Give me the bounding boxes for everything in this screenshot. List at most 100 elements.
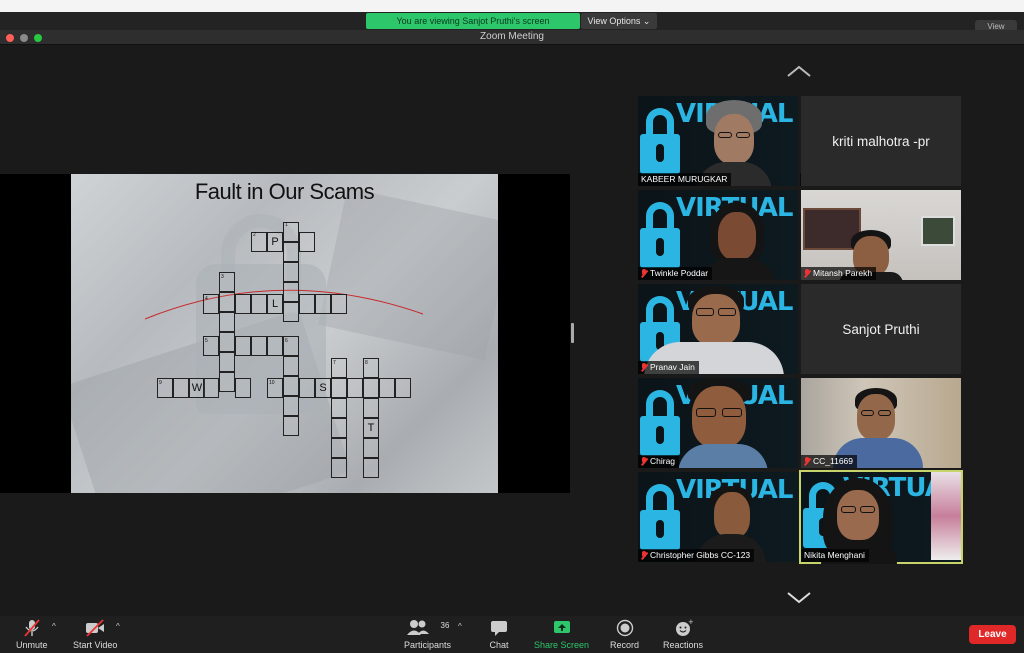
- clue-number: 6: [285, 338, 288, 344]
- crossword-cell: [331, 418, 347, 438]
- crossword-cell: [331, 458, 347, 478]
- participant-name: Pranav Jain: [638, 361, 699, 374]
- chat-button[interactable]: Chat: [489, 619, 509, 650]
- share-screen-button[interactable]: Share Screen: [534, 619, 589, 650]
- meeting-toolbar: Unmute ^ Start Video ^ 36 Participants ^…: [0, 616, 1024, 653]
- participant-tile[interactable]: Mitansh Parekh: [801, 190, 961, 280]
- shared-screen: Fault in Our Scams P L W S T 1 2 3 4 5 6 7 8 9 10: [0, 174, 570, 493]
- muted-icon: [804, 457, 810, 466]
- lock-logo-icon: [640, 484, 680, 554]
- crossword-cell: [347, 378, 363, 398]
- background-decor: [931, 472, 961, 560]
- participant-tile[interactable]: VIRTUAL Christopher Gibbs CC-123: [638, 472, 798, 562]
- crossword-cell: [331, 294, 347, 314]
- clue-number: 5: [205, 338, 208, 344]
- participants-options-caret-icon[interactable]: ^: [458, 622, 462, 631]
- unmute-button[interactable]: Unmute: [16, 619, 48, 650]
- crossword-cell: [331, 438, 347, 458]
- crossword-cell: [219, 352, 235, 372]
- participant-name: KABEER MURUGKAR: [638, 173, 732, 186]
- crossword-cell: [283, 376, 299, 396]
- crossword-cell: [363, 438, 379, 458]
- crossword-cell: [203, 378, 219, 398]
- participant-tile[interactable]: VIRTUAL Twinkle Poddar: [638, 190, 798, 280]
- participant-tile[interactable]: Sanjot Pruthi: [801, 284, 961, 374]
- reactions-emoji-icon: +: [673, 618, 694, 637]
- window-title: Zoom Meeting: [480, 31, 544, 42]
- reactions-button[interactable]: + Reactions: [663, 618, 703, 650]
- crossword-cell: [251, 294, 267, 314]
- participant-tile[interactable]: kriti malhotra -pr: [801, 96, 961, 186]
- video-options-caret-icon[interactable]: ^: [116, 622, 120, 631]
- clue-number: 10: [269, 380, 275, 386]
- view-options-button[interactable]: View Options ⌄: [581, 13, 657, 29]
- clue-number: 2: [253, 232, 256, 238]
- muted-icon: [641, 457, 647, 466]
- start-video-button[interactable]: Start Video: [73, 619, 117, 650]
- crossword-cell: [331, 378, 347, 398]
- crossword-cell: [219, 292, 235, 312]
- crossword-cell: [219, 332, 235, 352]
- menu-strip: [0, 0, 1024, 12]
- crossword-cell: [283, 302, 299, 322]
- clue-number: 8: [365, 360, 368, 366]
- wall-frame: [921, 216, 955, 246]
- participant-tile-active-speaker[interactable]: VIRTUAL Nikita Menghani: [799, 470, 963, 564]
- muted-icon: [641, 551, 647, 560]
- crossword-cell: T: [363, 418, 379, 438]
- chevron-down-icon[interactable]: [786, 590, 812, 604]
- crossword-cell: [363, 378, 379, 398]
- audio-options-caret-icon[interactable]: ^: [52, 622, 56, 631]
- muted-icon: [641, 269, 647, 278]
- muted-microphone-icon: [22, 619, 42, 637]
- crossword-cell: [283, 416, 299, 436]
- crossword-cell: [235, 378, 251, 398]
- participant-name: Mitansh Parekh: [801, 267, 877, 280]
- participant-tile[interactable]: CC_11669: [801, 378, 961, 468]
- crossword-cell: S: [315, 378, 331, 398]
- clue-number: 4: [205, 296, 208, 302]
- split-handle[interactable]: [571, 323, 574, 343]
- crossword-cell: [235, 294, 251, 314]
- participant-name: CC_11669: [801, 455, 858, 468]
- clue-number: 3: [221, 274, 224, 280]
- crossword-cell: [283, 396, 299, 416]
- crossword-cell: [173, 378, 189, 398]
- clue-number: 7: [333, 360, 336, 366]
- crossword-cell: [283, 262, 299, 282]
- slide-title: Fault in Our Scams: [194, 179, 375, 204]
- crossword-cell: [331, 398, 347, 418]
- crossword-cell: L: [267, 294, 283, 314]
- participants-icon: 36: [406, 619, 450, 637]
- participant-tile[interactable]: VIRTUAL Chirag: [638, 378, 798, 468]
- participant-name: kriti malhotra -pr: [832, 133, 930, 149]
- record-button[interactable]: Record: [610, 619, 639, 650]
- participant-name: Sanjot Pruthi: [842, 321, 920, 337]
- crossword-cell: [395, 378, 411, 398]
- crossword-cell: P: [267, 232, 283, 252]
- crossword-cell: [251, 336, 267, 356]
- participant-name: Twinkle Poddar: [638, 267, 713, 280]
- lock-logo-icon: [640, 202, 680, 272]
- crossword-cell: [283, 282, 299, 302]
- muted-icon: [641, 363, 647, 372]
- participant-tile[interactable]: VIRTUAL Pranav Jain: [638, 284, 798, 374]
- participants-button[interactable]: 36 Participants: [404, 619, 451, 650]
- muted-icon: [804, 269, 810, 278]
- zoom-window: You are viewing Sanjot Pruthi's screen V…: [0, 0, 1024, 653]
- participant-tile[interactable]: VIRTUAL KABEER MURUGKAR: [638, 96, 798, 186]
- title-bar: Zoom Meeting: [0, 30, 1024, 45]
- participant-name: Nikita Menghani: [801, 549, 869, 562]
- clue-number: 9: [159, 380, 162, 386]
- participant-name: Chirag: [638, 455, 680, 468]
- crossword-cell: [299, 378, 315, 398]
- record-icon: [615, 619, 635, 637]
- crossword-cell: [283, 356, 299, 376]
- share-screen-icon: [552, 619, 572, 637]
- viewing-banner: You are viewing Sanjot Pruthi's screen: [366, 13, 580, 29]
- leave-button[interactable]: Leave: [969, 625, 1016, 644]
- chevron-up-icon[interactable]: [786, 64, 812, 78]
- crossword-cell: [267, 336, 283, 356]
- participant-name: Christopher Gibbs CC-123: [638, 549, 755, 562]
- svg-text:+: +: [688, 619, 693, 626]
